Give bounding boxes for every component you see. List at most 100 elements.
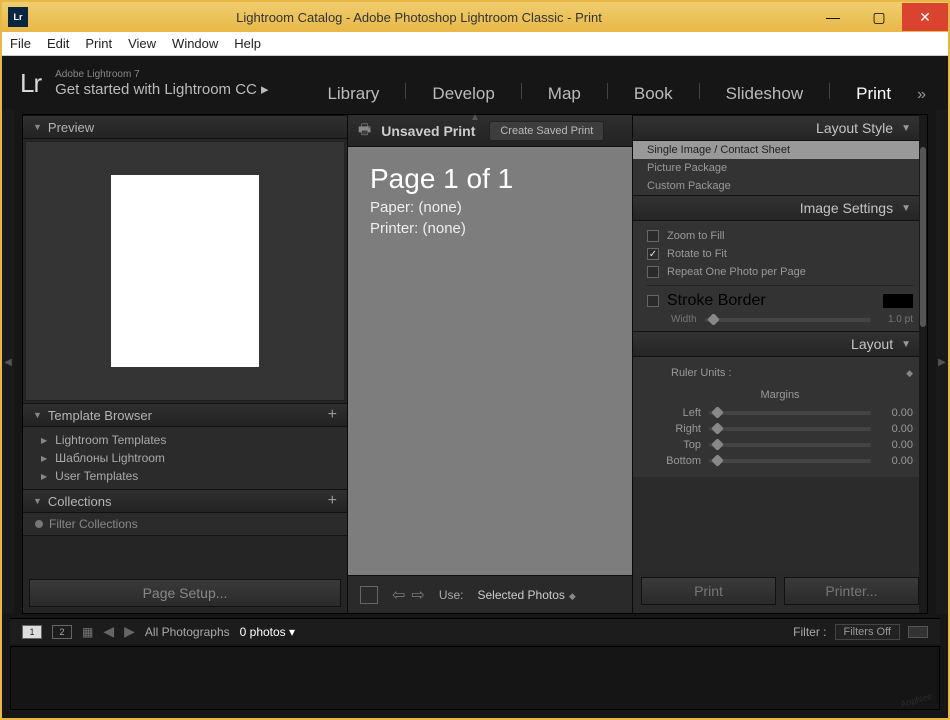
template-browser-label: Template Browser — [48, 408, 152, 423]
print-button[interactable]: Print — [641, 577, 776, 605]
source-label[interactable]: All Photographs — [145, 625, 230, 639]
app-icon: Lr — [8, 7, 28, 27]
window-title: Lightroom Catalog - Adobe Photoshop Ligh… — [28, 10, 810, 25]
margin-left-slider[interactable] — [709, 411, 871, 415]
filmstrip[interactable]: AppNee — [10, 646, 940, 710]
identity-plate: Lr Adobe Lightroom 7 Get started with Li… — [2, 56, 948, 110]
stroke-width-label: Width — [671, 314, 697, 325]
create-saved-print-button[interactable]: Create Saved Print — [489, 121, 604, 141]
margin-right-slider[interactable] — [709, 427, 871, 431]
module-slideshow[interactable]: Slideshow — [720, 84, 810, 104]
filter-dropdown[interactable]: Filters Off — [835, 624, 900, 640]
prev-page-icon[interactable]: ⇦ — [392, 585, 405, 605]
margin-top-slider[interactable] — [709, 443, 871, 447]
next-page-icon[interactable]: ⇨ — [411, 585, 424, 605]
preview-area — [25, 141, 345, 401]
menu-edit[interactable]: Edit — [47, 36, 69, 51]
printer-label: Printer: (none) — [370, 220, 610, 237]
margin-left-value[interactable]: 0.00 — [879, 407, 913, 419]
margin-right-label: Right — [647, 423, 701, 435]
template-folder[interactable]: ▶Lightroom Templates — [23, 431, 347, 449]
identity-small: Adobe Lightroom 7 — [55, 69, 268, 80]
printer-button[interactable]: Printer... — [784, 577, 919, 605]
preview-paper — [111, 175, 259, 367]
watermark: AppNee — [900, 691, 934, 709]
paper-label: Paper: (none) — [370, 199, 610, 216]
layout-style-header[interactable]: Layout Style▼ — [633, 115, 927, 141]
zoom-to-fill-label: Zoom to Fill — [667, 230, 724, 242]
menu-window[interactable]: Window — [172, 36, 218, 51]
nav-back-icon[interactable]: ◀ — [103, 623, 114, 640]
preview-header[interactable]: ▼Preview — [23, 115, 347, 139]
filter-label: Filter : — [793, 625, 826, 639]
module-print[interactable]: Print — [850, 84, 897, 104]
repeat-photo-checkbox[interactable] — [647, 266, 659, 278]
stroke-border-checkbox[interactable] — [647, 295, 659, 307]
show-info-checkbox[interactable] — [360, 586, 378, 604]
use-dropdown[interactable]: Selected Photos◆ — [478, 588, 576, 602]
stroke-width-value[interactable]: 1.0 pt — [879, 314, 913, 325]
printer-icon: 🖶 — [358, 119, 371, 143]
repeat-photo-label: Repeat One Photo per Page — [667, 266, 806, 278]
maximize-button[interactable]: ▢ — [856, 3, 902, 31]
style-custom-package[interactable]: Custom Package — [633, 177, 927, 195]
menu-file[interactable]: File — [10, 36, 31, 51]
collections-header[interactable]: ▼Collections+ — [23, 489, 347, 513]
preview-label: Preview — [48, 120, 94, 135]
module-picker: Library Develop Map Book Slideshow Print… — [321, 83, 926, 104]
style-single-image[interactable]: Single Image / Contact Sheet — [633, 141, 927, 159]
rotate-to-fit-label: Rotate to Fit — [667, 248, 727, 260]
nav-forward-icon[interactable]: ▶ — [124, 623, 135, 640]
filter-lock-toggle[interactable] — [908, 626, 928, 638]
template-folder[interactable]: ▶Шаблоны Lightroom — [23, 449, 347, 467]
stroke-width-slider[interactable] — [705, 318, 871, 322]
image-settings-header[interactable]: Image Settings▼ — [633, 195, 927, 221]
page-setup-button[interactable]: Page Setup... — [29, 579, 341, 607]
right-panel-toggle-icon[interactable]: ▶ — [936, 110, 948, 614]
module-overflow-icon[interactable]: » — [917, 86, 926, 104]
margin-top-label: Top — [647, 439, 701, 451]
module-book[interactable]: Book — [628, 84, 679, 104]
template-browser-header[interactable]: ▼Template Browser+ — [23, 403, 347, 427]
zoom-to-fill-checkbox[interactable] — [647, 230, 659, 242]
menu-print[interactable]: Print — [85, 36, 112, 51]
menu-bar: File Edit Print View Window Help — [2, 32, 948, 56]
grid-view-icon[interactable]: ▦ — [82, 625, 93, 639]
style-picture-package[interactable]: Picture Package — [633, 159, 927, 177]
layout-header[interactable]: Layout▼ — [633, 331, 927, 357]
module-map[interactable]: Map — [542, 84, 587, 104]
right-scrollbar[interactable] — [919, 115, 927, 613]
menu-view[interactable]: View — [128, 36, 156, 51]
margin-left-label: Left — [647, 407, 701, 419]
left-panel-toggle-icon[interactable]: ◀ — [2, 110, 14, 614]
view-mode-1[interactable]: 1 — [22, 625, 42, 639]
collections-label: Collections — [48, 494, 112, 509]
add-collection-icon[interactable]: + — [328, 492, 337, 510]
lightroom-logo: Lr — [20, 68, 41, 99]
photo-count[interactable]: 0 photos ▾ — [240, 625, 295, 639]
use-label: Use: — [439, 588, 464, 602]
view-mode-2[interactable]: 2 — [52, 625, 72, 639]
add-template-icon[interactable]: + — [328, 406, 337, 424]
margin-bottom-slider[interactable] — [709, 459, 871, 463]
print-canvas: Page 1 of 1 Paper: (none) Printer: (none… — [348, 147, 632, 575]
module-develop[interactable]: Develop — [426, 84, 500, 104]
margin-right-value[interactable]: 0.00 — [879, 423, 913, 435]
margin-bottom-value[interactable]: 0.00 — [879, 455, 913, 467]
margin-bottom-label: Bottom — [647, 455, 701, 467]
identity-big[interactable]: Get started with Lightroom CC ▸ — [55, 80, 268, 98]
module-library[interactable]: Library — [321, 84, 385, 104]
minimize-button[interactable]: — — [810, 3, 856, 31]
rotate-to-fit-checkbox[interactable]: ✓ — [647, 248, 659, 260]
margin-top-value[interactable]: 0.00 — [879, 439, 913, 451]
filter-collections[interactable]: Filter Collections — [23, 513, 347, 536]
close-button[interactable]: ✕ — [902, 3, 948, 31]
menu-help[interactable]: Help — [234, 36, 261, 51]
unsaved-print-label: Unsaved Print — [381, 123, 475, 139]
stroke-color-swatch[interactable] — [883, 294, 913, 308]
filter-dot-icon — [35, 520, 43, 528]
top-panel-toggle-icon[interactable]: ▲ — [470, 112, 480, 123]
filmstrip-toolbar: 1 2 ▦ ◀ ▶ All Photographs 0 photos ▾ Fil… — [10, 618, 940, 644]
template-folder[interactable]: ▶User Templates — [23, 467, 347, 485]
ruler-units-dropdown[interactable]: Ruler Units :◆ — [647, 365, 913, 389]
